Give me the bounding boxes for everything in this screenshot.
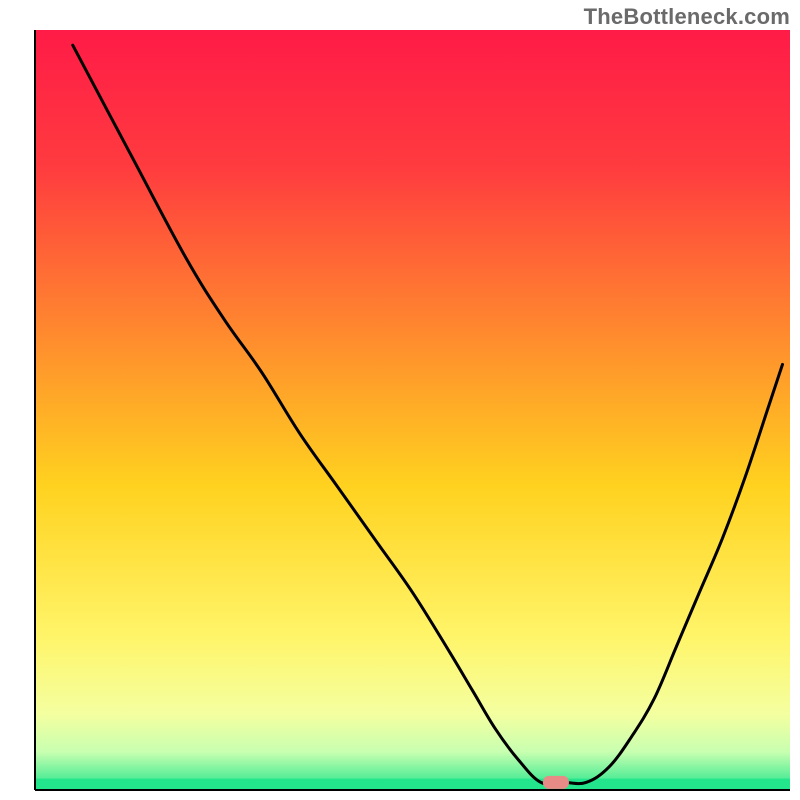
chart-container: TheBottleneck.com (0, 0, 800, 800)
bottleneck-chart (0, 0, 800, 800)
baseline-strip (35, 779, 790, 790)
watermark-text: TheBottleneck.com (584, 4, 790, 30)
plot-background (35, 30, 790, 790)
optimum-marker (543, 776, 569, 789)
